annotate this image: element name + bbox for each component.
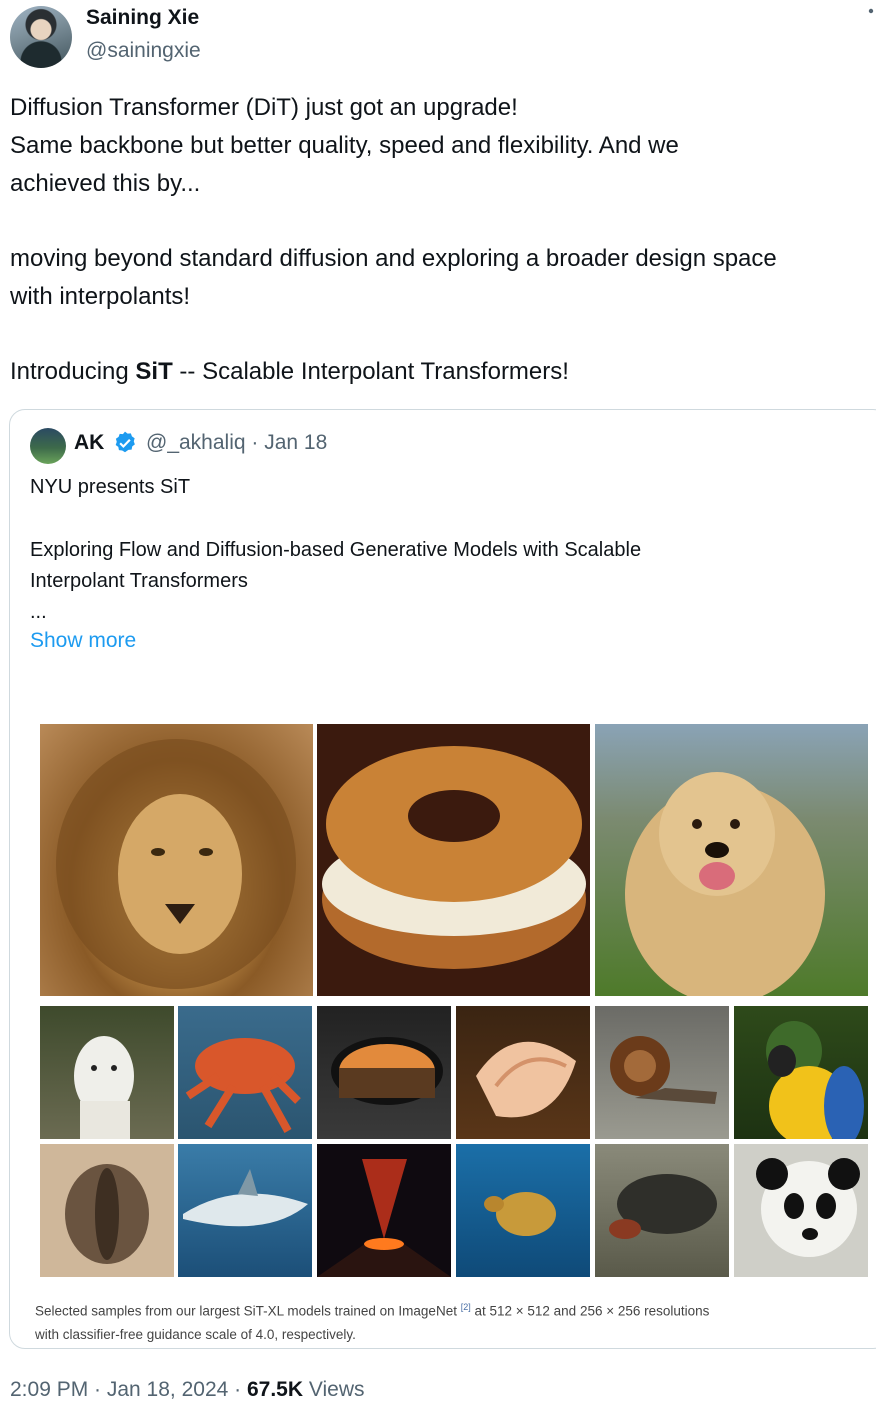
trilobite-image bbox=[40, 1144, 174, 1277]
quoted-tweet-card[interactable]: AK @_akhaliq · Jan 18 NYU presents SiT E… bbox=[9, 409, 876, 1349]
intro-bold: SiT bbox=[135, 358, 173, 385]
author-handle[interactable]: @sainingxie bbox=[86, 39, 201, 63]
quoted-line: NYU presents SiT bbox=[30, 476, 191, 498]
timestamp[interactable]: 2:09 PM · Jan 18, 2024 · bbox=[10, 1378, 247, 1401]
llama-image bbox=[40, 1006, 174, 1139]
sample-images-figure[interactable] bbox=[10, 708, 876, 1348]
show-more-link[interactable]: Show more bbox=[30, 629, 136, 653]
sea-turtle-image bbox=[456, 1144, 590, 1277]
quoted-author-avatar[interactable] bbox=[30, 428, 66, 464]
caption-line2: with classifier-free guidance scale of 4… bbox=[35, 1326, 356, 1342]
snail-image bbox=[595, 1006, 729, 1139]
quoted-author-name[interactable]: AK bbox=[74, 431, 104, 455]
caption-reference: [2] bbox=[460, 1302, 471, 1312]
tweet-intro-line: Introducing SiT -- Scalable Interpolant … bbox=[10, 353, 876, 391]
macaw-image bbox=[734, 1006, 868, 1139]
quoted-handle-date[interactable]: @_akhaliq · Jan 18 bbox=[146, 431, 327, 455]
tweet-line: Diffusion Transformer (DiT) just got an … bbox=[10, 94, 518, 121]
tweet-line: moving beyond standard diffusion and exp… bbox=[10, 245, 777, 272]
intro-prefix: Introducing bbox=[10, 358, 136, 385]
author-avatar[interactable] bbox=[10, 6, 72, 68]
tweet-line: achieved this by... bbox=[10, 170, 201, 197]
volcano-image bbox=[317, 1144, 451, 1277]
panda-image bbox=[734, 1144, 868, 1277]
quoted-line: Interpolant Transformers bbox=[30, 570, 248, 592]
figure-caption: Selected samples from our largest SiT-XL… bbox=[35, 1296, 709, 1346]
seashell-image bbox=[456, 1006, 590, 1139]
tweet-meta: 2:09 PM · Jan 18, 2024 · 67.5K Views bbox=[10, 1378, 365, 1402]
car-mirror-image bbox=[317, 1006, 451, 1139]
bagel-image bbox=[317, 724, 590, 996]
quoted-line: Exploring Flow and Diffusion-based Gener… bbox=[30, 539, 642, 561]
verified-badge-icon bbox=[112, 430, 138, 456]
quoted-text: NYU presents SiT Exploring Flow and Diff… bbox=[30, 472, 641, 628]
views-label: Views bbox=[303, 1378, 365, 1401]
tweet-line: Same backbone but better quality, speed … bbox=[10, 132, 679, 159]
crab-image bbox=[178, 1006, 312, 1139]
intro-suffix: -- Scalable Interpolant Transformers! bbox=[172, 358, 569, 385]
shark-image bbox=[178, 1144, 312, 1277]
views-count: 67.5K bbox=[246, 1378, 304, 1401]
tweet-text: Diffusion Transformer (DiT) just got an … bbox=[10, 89, 876, 391]
more-vertical-icon[interactable] bbox=[868, 7, 874, 33]
golden-retriever-image bbox=[595, 724, 868, 996]
author-name[interactable]: Saining Xie bbox=[86, 6, 199, 30]
turtle-image bbox=[595, 1144, 729, 1277]
caption-text: Selected samples from our largest SiT-XL… bbox=[35, 1303, 461, 1319]
quoted-ellipsis: ... bbox=[30, 601, 47, 623]
lion-image bbox=[40, 724, 313, 996]
tweet-line: with interpolants! bbox=[10, 283, 191, 310]
caption-text-cont: at 512 × 512 and 256 × 256 resolutions bbox=[470, 1303, 710, 1319]
